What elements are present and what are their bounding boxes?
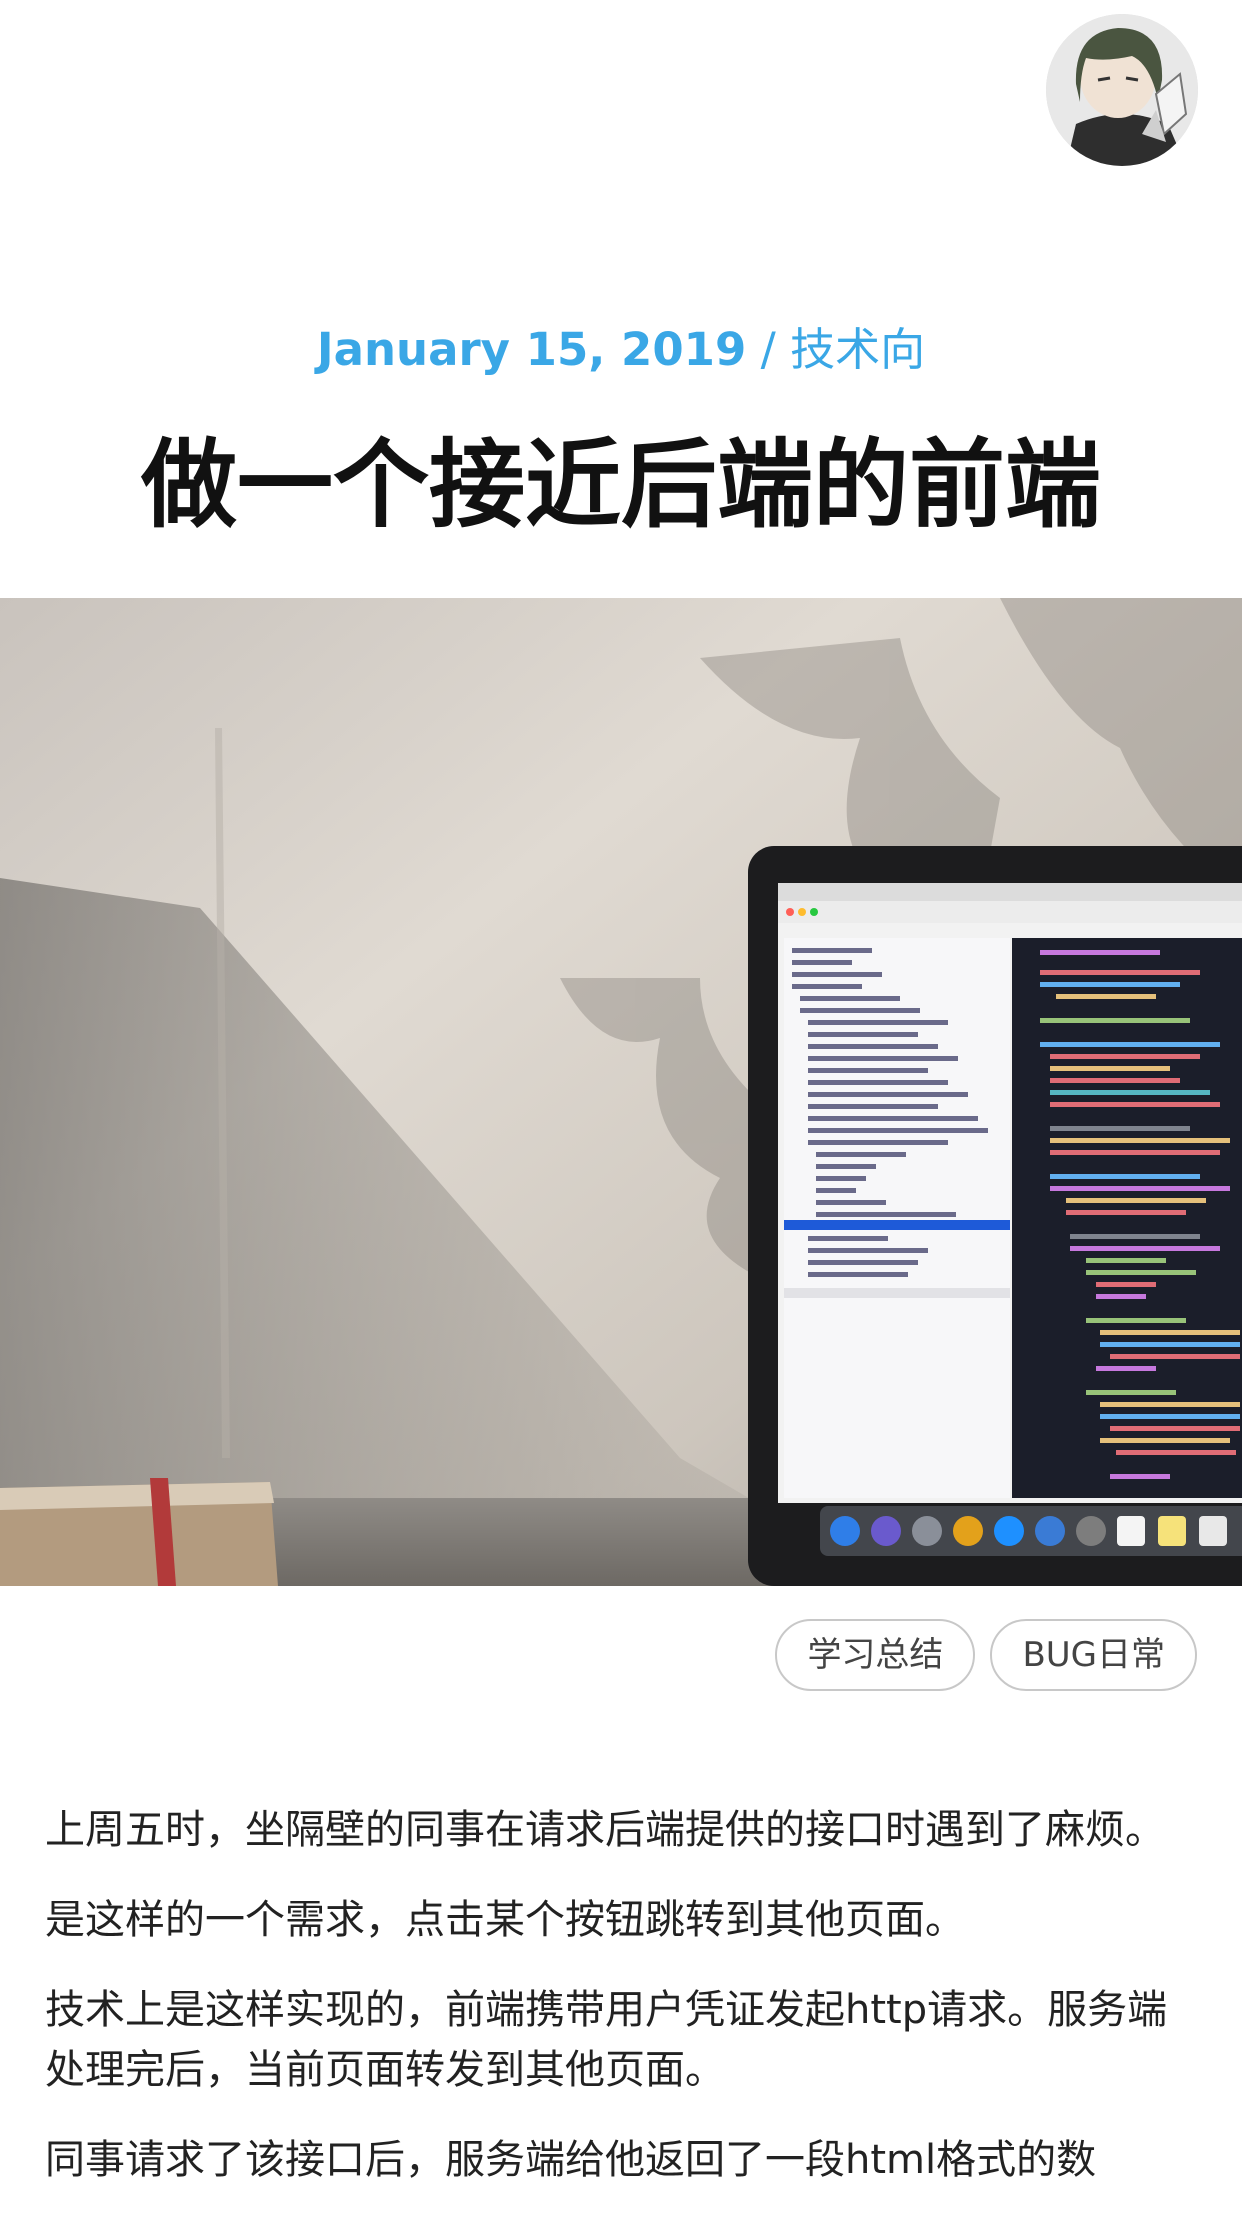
tag-study-summary[interactable]: 学习总结 xyxy=(775,1619,976,1691)
post-title: 做一个接近后端的前端 xyxy=(141,429,1101,541)
tag-bug-daily[interactable]: BUG日常 xyxy=(990,1619,1197,1691)
post-meta: January 15, 2019 / 技术向 xyxy=(0,318,1242,382)
paragraph: 技术上是这样实现的，前端携带用户凭证发起http请求。服务端处理完后，当前页面转… xyxy=(45,1987,1168,2093)
meta-separator: / xyxy=(746,323,791,376)
paragraph: 上周五时，坐隔壁的同事在请求后端提供的接口时遇到了麻烦。 xyxy=(45,1807,1165,1853)
site-header xyxy=(0,0,1242,300)
avatar-image xyxy=(1046,14,1198,166)
paragraph: 同事请求了该接口后，服务端给他返回了一段html格式的数 xyxy=(45,2137,1097,2183)
laptop-with-code-hero-image xyxy=(0,598,1242,1586)
post-content: 上周五时，坐隔壁的同事在请求后端提供的接口时遇到了麻烦。 是这样的一个需求，点击… xyxy=(45,1800,1195,2220)
post-category-link[interactable]: 技术向 xyxy=(790,323,925,376)
post-tags: 学习总结 BUG日常 xyxy=(775,1619,1197,1691)
hero-image xyxy=(0,598,1242,1586)
paragraph: 是这样的一个需求，点击某个按钮跳转到其他页面。 xyxy=(45,1897,965,1943)
post-date: January 15, 2019 xyxy=(316,323,747,376)
author-avatar[interactable] xyxy=(1046,14,1198,166)
